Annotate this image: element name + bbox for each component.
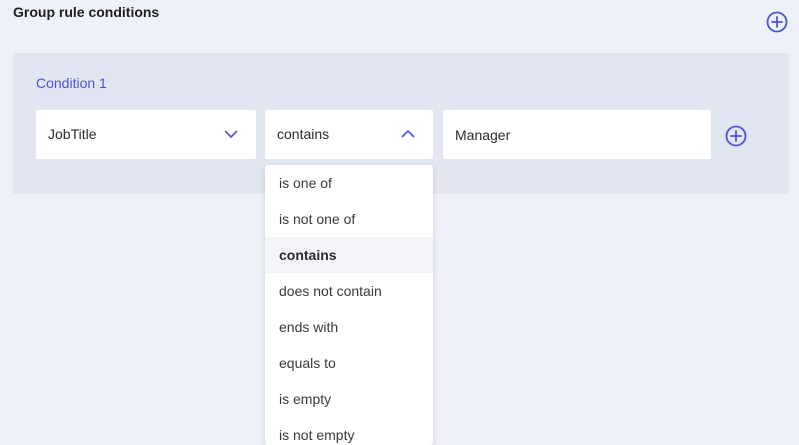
operator-option-is-empty[interactable]: is empty (265, 381, 433, 417)
condition-label: Condition 1 (36, 75, 107, 91)
attribute-select[interactable]: JobTitle (36, 110, 256, 159)
operator-option-does-not-contain[interactable]: does not contain (265, 273, 433, 309)
operator-option-ends-with[interactable]: ends with (265, 309, 433, 345)
attribute-select-value: JobTitle (48, 126, 97, 142)
operator-select-value: contains (277, 126, 330, 142)
condition-value-input[interactable] (443, 110, 711, 159)
operator-select[interactable]: contains (265, 110, 433, 159)
add-condition-button[interactable] (725, 125, 747, 147)
operator-dropdown-menu: is one of is not one of contains does no… (265, 165, 433, 445)
operator-option-equals-to[interactable]: equals to (265, 345, 433, 381)
chevron-down-icon (224, 128, 238, 140)
add-circle-icon (766, 11, 788, 33)
operator-option-is-one-of[interactable]: is one of (265, 165, 433, 201)
section-title: Group rule conditions (13, 4, 160, 20)
operator-option-is-not-empty[interactable]: is not empty (265, 417, 433, 445)
add-group-condition-button[interactable] (766, 11, 788, 33)
add-circle-icon (725, 125, 747, 147)
operator-option-is-not-one-of[interactable]: is not one of (265, 201, 433, 237)
operator-option-contains[interactable]: contains (265, 237, 433, 273)
chevron-up-icon (401, 128, 415, 140)
